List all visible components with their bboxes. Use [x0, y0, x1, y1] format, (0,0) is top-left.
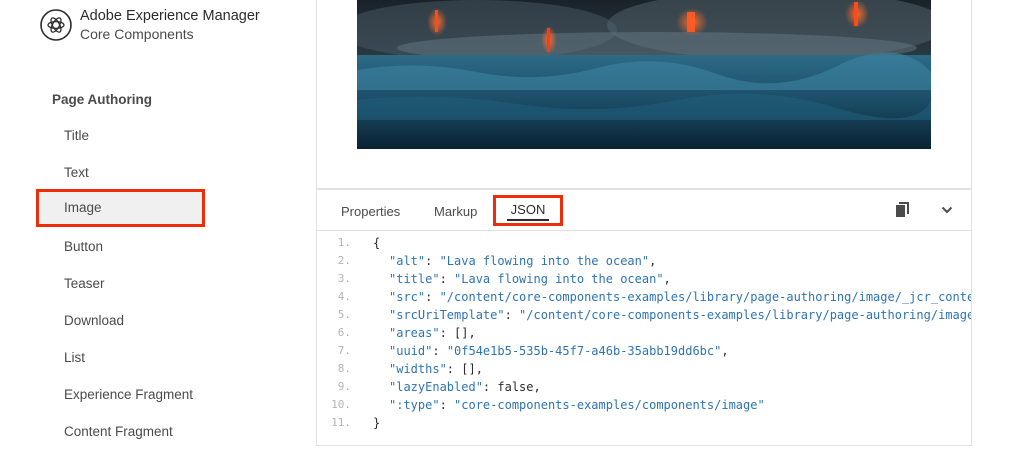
sidebar: Adobe Experience Manager Core Components…	[0, 0, 280, 450]
json-value: "Lava flowing into the ocean"	[454, 272, 664, 286]
line-number: 4.	[337, 290, 351, 303]
sidebar-item-title[interactable]: Title	[36, 118, 205, 156]
code-text: "widths": [],	[389, 360, 483, 378]
json-key: "widths"	[389, 362, 447, 376]
code-brace: {	[373, 236, 381, 250]
json-separator: :	[482, 380, 498, 394]
json-punctuation: ,	[649, 254, 657, 268]
line-number: 6.	[337, 326, 351, 339]
adobe-aem-logo-icon[interactable]	[40, 9, 72, 41]
tab-properties[interactable]: Properties	[341, 204, 400, 219]
json-punctuation: ,	[468, 326, 476, 340]
line-number: 7.	[337, 344, 351, 357]
chevron-down-icon[interactable]	[941, 205, 953, 215]
line-number: 1.	[337, 236, 351, 249]
json-value: "Lava flowing into the ocean"	[439, 254, 650, 268]
sidebar-item-download[interactable]: Download	[36, 303, 205, 341]
sidebar-item-content-fragment[interactable]: Content Fragment	[36, 414, 205, 450]
json-separator: :	[446, 362, 462, 376]
sidebar-item-list[interactable]: List	[36, 340, 205, 378]
json-separator: :	[432, 344, 447, 358]
code-brace: }	[373, 416, 381, 430]
json-key: "title"	[389, 272, 440, 286]
json-key: "src"	[389, 290, 426, 304]
line-number: 5.	[337, 308, 351, 321]
json-separator: :	[425, 254, 440, 268]
code-text: "lazyEnabled": false,	[389, 378, 541, 396]
json-punctuation: ,	[721, 344, 729, 358]
line-number: 3.	[337, 272, 351, 285]
active-tab-underline	[507, 219, 549, 221]
json-value: "core-components-examples/components/ima…	[454, 398, 765, 412]
json-key: "alt"	[389, 254, 426, 268]
line-number: 8.	[337, 362, 351, 375]
json-value: []	[454, 326, 469, 340]
line-number: 2.	[337, 254, 351, 267]
json-value: []	[461, 362, 476, 376]
json-value: "0f54e1b5-535b-45f7-a46b-35abb19dd6bc"	[446, 344, 722, 358]
json-punctuation: ,	[533, 380, 541, 394]
code-text: "areas": [],	[389, 324, 476, 342]
json-punctuation: ,	[475, 362, 483, 376]
sidebar-item-teaser[interactable]: Teaser	[36, 266, 205, 304]
sidebar-item-button[interactable]: Button	[36, 229, 205, 267]
sidebar-item-image[interactable]: Image	[36, 189, 205, 227]
code-text: ":type": "core-components-examples/compo…	[389, 396, 765, 414]
line-number: 10.	[331, 398, 351, 411]
tab-json-label: JSON	[510, 202, 546, 217]
copy-icon[interactable]	[895, 202, 911, 218]
code-text: }	[373, 414, 380, 432]
code-text: "alt": "Lava flowing into the ocean",	[389, 252, 656, 270]
line-number: 11.	[331, 416, 351, 429]
json-value: false	[497, 380, 534, 394]
json-separator: :	[439, 272, 455, 286]
json-key: "lazyEnabled"	[389, 380, 483, 394]
json-punctuation: ,	[663, 272, 671, 286]
brand-subtitle: Core Components	[80, 26, 194, 42]
line-number: 9.	[337, 380, 351, 393]
code-text: {	[373, 234, 380, 252]
json-code-block: 1. {2. "alt": "Lava flowing into the ocean…	[317, 234, 971, 444]
json-separator: :	[504, 308, 520, 322]
json-key: "areas"	[389, 326, 440, 340]
nav-section-heading: Page Authoring	[52, 92, 152, 107]
code-text: "src": "/content/core-components-example…	[389, 288, 971, 306]
json-value: "/content/core-components-examples/libra…	[519, 308, 971, 322]
tab-json[interactable]: JSON	[493, 195, 563, 226]
code-text: "uuid": "0f54e1b5-535b-45f7-a46b-35abb19…	[389, 342, 729, 360]
json-separator: :	[439, 326, 455, 340]
json-key: "uuid"	[389, 344, 433, 358]
json-separator: :	[439, 398, 455, 412]
lava-ocean-image	[357, 0, 931, 149]
sidebar-item-text[interactable]: Text	[36, 155, 205, 193]
json-value: "/content/core-components-examples/libra…	[439, 290, 971, 304]
tab-markup[interactable]: Markup	[434, 204, 477, 219]
code-panel: Properties Markup JSON 1. {2. "alt": "Lava…	[316, 189, 972, 446]
json-separator: :	[425, 290, 440, 304]
code-text: "srcUriTemplate": "/content/core-compone…	[389, 306, 971, 324]
json-key: "srcUriTemplate"	[389, 308, 505, 322]
brand-title: Adobe Experience Manager	[80, 8, 260, 24]
code-tabs: Properties Markup JSON	[317, 190, 971, 231]
code-text: "title": "Lava flowing into the ocean",	[389, 270, 671, 288]
sidebar-item-experience-fragment[interactable]: Experience Fragment	[36, 377, 205, 415]
json-key: ":type"	[389, 398, 440, 412]
